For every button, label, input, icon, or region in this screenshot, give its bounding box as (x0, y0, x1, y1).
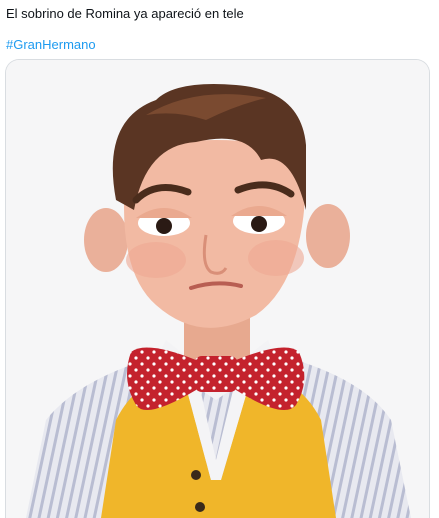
tweet-text: El sobrino de Romina ya apareció en tele (6, 6, 244, 21)
puppet-character-image (6, 60, 429, 518)
hashtag-link[interactable]: #GranHermano (6, 36, 96, 53)
tweet-media-image[interactable] (5, 59, 430, 518)
